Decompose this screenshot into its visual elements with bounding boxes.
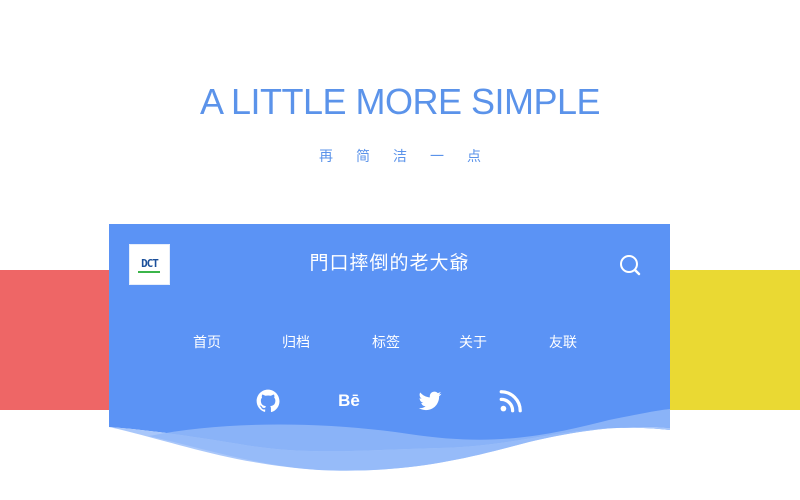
github-icon: [256, 389, 280, 413]
hero-title: A LITTLE MORE SIMPLE: [199, 81, 601, 122]
main-nav: 首页 归档 标签 关于 友联: [109, 333, 670, 353]
rss-icon: [499, 390, 522, 413]
github-link[interactable]: [255, 388, 281, 414]
rss-link[interactable]: [498, 388, 524, 414]
nav-item-home[interactable]: 首页: [177, 333, 237, 353]
hero-subtitle: 再简洁一点: [319, 149, 504, 165]
yellow-decor-block: [670, 270, 800, 410]
twitter-icon: [418, 391, 442, 411]
twitter-link[interactable]: [417, 388, 443, 414]
behance-link[interactable]: Bē: [336, 388, 362, 414]
header-card: DCT 門口摔倒的老大爺 首页 归档 标签 关于 友联 Bē: [109, 224, 670, 484]
nav-item-archive[interactable]: 归档: [266, 333, 326, 353]
nav-item-tags[interactable]: 标签: [356, 333, 416, 353]
search-button[interactable]: [617, 252, 643, 278]
red-decor-block: [0, 270, 109, 410]
search-icon: [620, 255, 641, 276]
site-title[interactable]: 門口摔倒的老大爺: [109, 251, 670, 275]
page: A LITTLE MORE SIMPLE 再简洁一点 DCT 門口摔倒的老大爺 …: [0, 0, 800, 500]
nav-item-about[interactable]: 关于: [443, 333, 503, 353]
behance-icon: Bē: [338, 391, 360, 410]
nav-item-friends[interactable]: 友联: [533, 333, 593, 353]
